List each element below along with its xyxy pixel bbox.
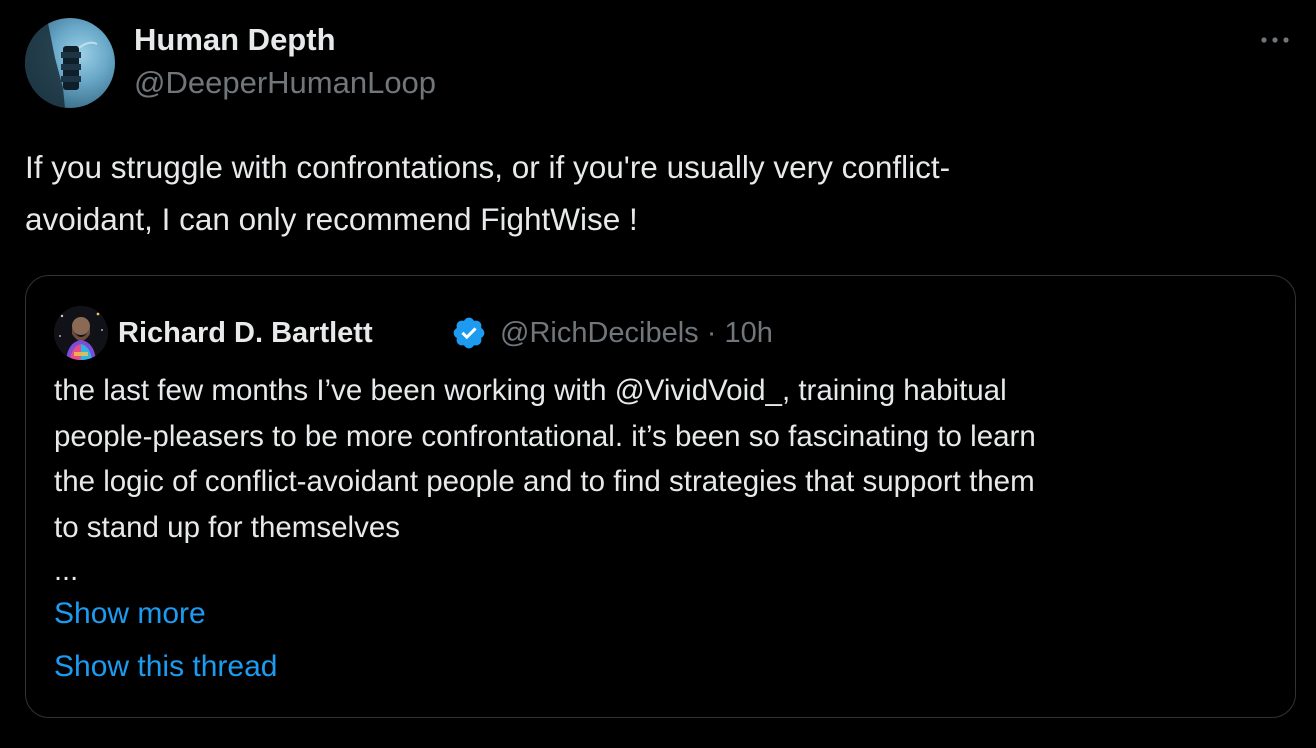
author-handle[interactable]: @DeeperHumanLoop <box>134 60 436 106</box>
quoted-author-avatar-image <box>54 306 108 360</box>
quoted-tweet[interactable]: Richard D. Bartlett @RichDecibels · 10h … <box>25 275 1296 718</box>
quoted-author-avatar[interactable] <box>54 306 108 360</box>
quoted-author-handle[interactable]: @RichDecibels <box>500 317 699 349</box>
quoted-text-line: people-pleasers to be more confrontation… <box>54 419 1036 453</box>
quoted-author-display-name[interactable]: Richard D. Bartlett <box>118 314 373 352</box>
tweet: Human Depth @DeeperHumanLoop If you stru… <box>0 0 1316 748</box>
quoted-tweet-text: the last few months I’ve been working wi… <box>54 368 1274 550</box>
tweet-text: If you struggle with confrontations, or … <box>25 141 1285 245</box>
more-horizontal-icon <box>1261 37 1289 43</box>
verified-badge-icon <box>453 317 485 349</box>
show-more-link[interactable]: Show more <box>54 594 206 634</box>
avatar-image <box>25 18 98 108</box>
quoted-text-line: the logic of conflict-avoidant people an… <box>54 465 1035 498</box>
avatar[interactable] <box>25 18 115 108</box>
quoted-tweet-header: Richard D. Bartlett @RichDecibels · 10h <box>54 306 1254 360</box>
more-options-button[interactable] <box>1258 30 1292 50</box>
tweet-text-line: avoidant, I can only recommend FightWise… <box>25 201 638 237</box>
meta-separator: · <box>706 317 717 349</box>
quoted-text-line: to stand up for themselves <box>54 510 400 544</box>
quoted-text-line: the last few months I’ve been working wi… <box>54 374 1007 407</box>
show-thread-link[interactable]: Show this thread <box>54 647 277 687</box>
truncation-ellipsis: ... <box>54 555 79 587</box>
author-block: Human Depth @DeeperHumanLoop <box>134 20 436 106</box>
author-display-name[interactable]: Human Depth <box>134 20 436 60</box>
tweet-text-line: If you struggle with confrontations, or … <box>25 149 951 185</box>
quoted-author-meta: @RichDecibels · 10h <box>500 314 773 352</box>
quoted-tweet-time[interactable]: 10h <box>724 317 772 349</box>
